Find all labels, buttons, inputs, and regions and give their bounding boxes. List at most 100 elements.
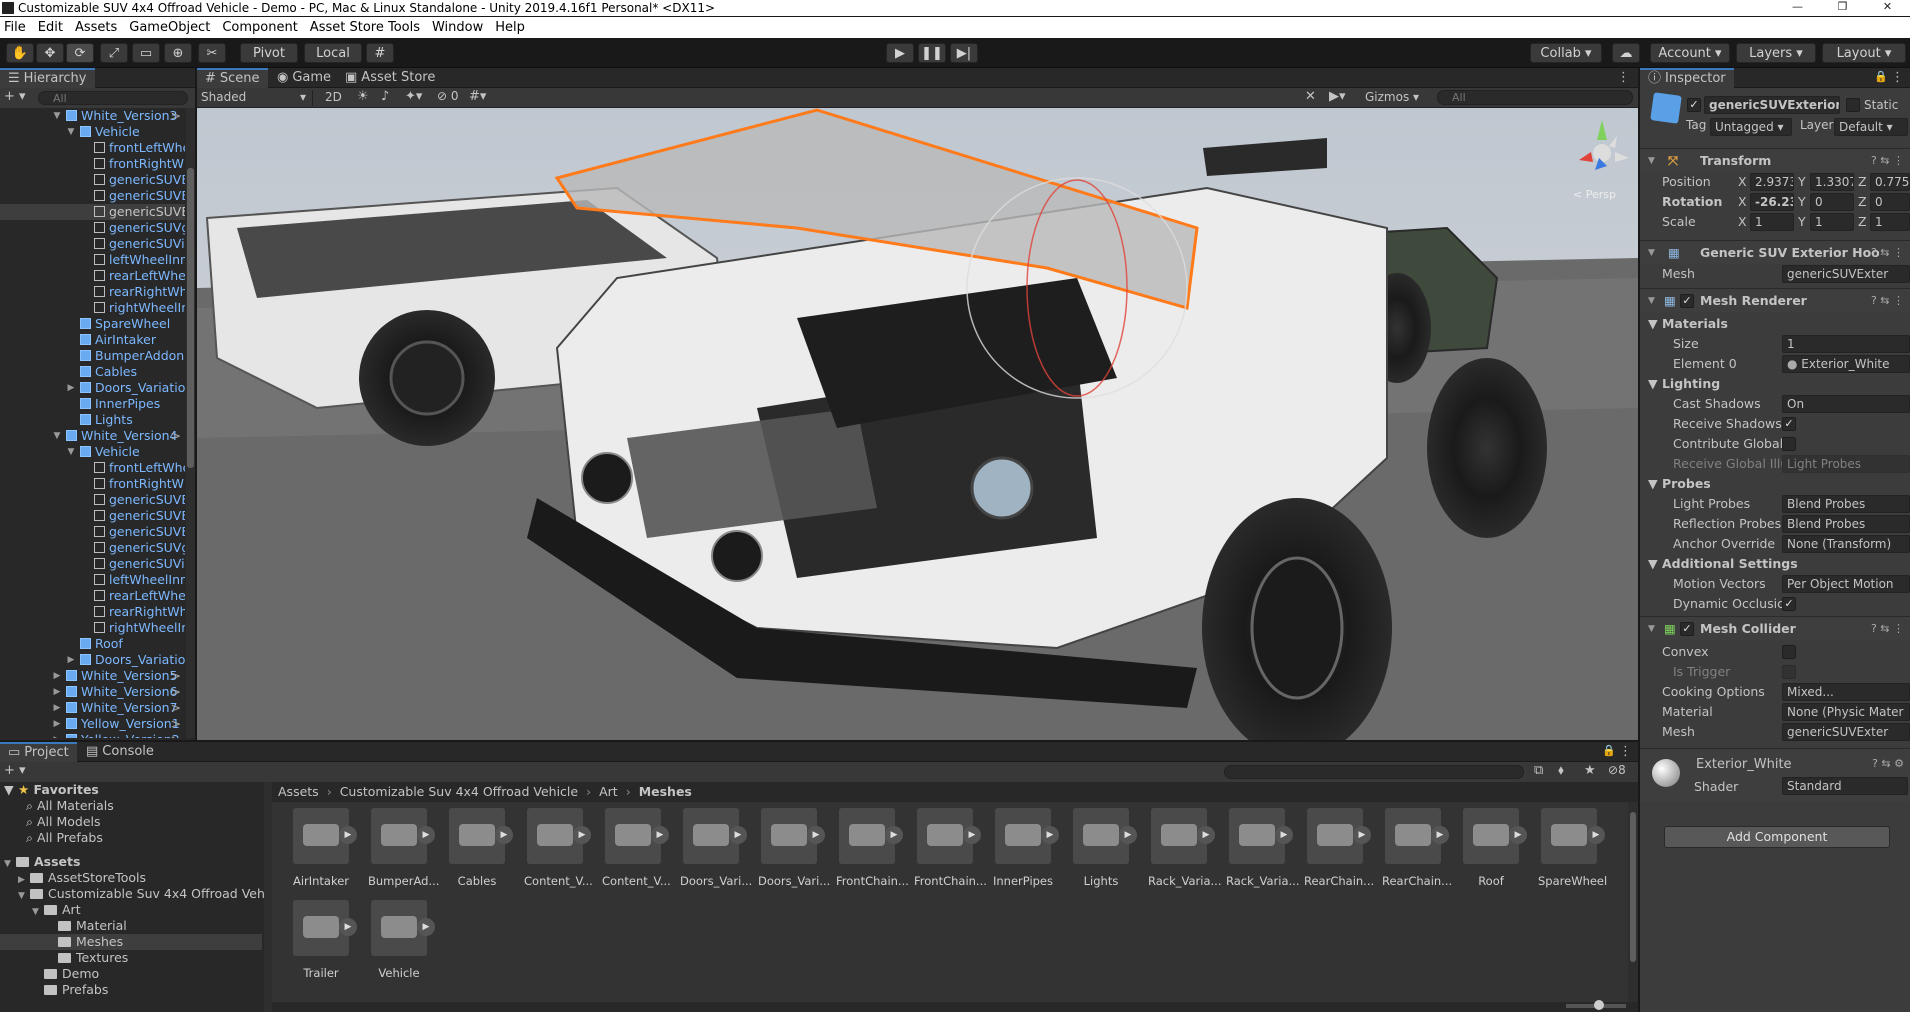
component-help-icons[interactable]: ? ⇆ ⋮: [1871, 149, 1904, 173]
hidden-objects-icon[interactable]: ⊘ 0: [437, 89, 459, 103]
expand-asset-icon[interactable]: ▶: [729, 826, 747, 844]
additional-settings-foldout[interactable]: ▼ Additional Settings: [1640, 554, 1910, 574]
local-toggle[interactable]: Local: [304, 43, 362, 63]
breadcrumb-item[interactable]: Art: [599, 784, 618, 802]
hierarchy-item[interactable]: genericSUVEx: [0, 524, 185, 540]
hierarchy-item[interactable]: ▶ White_Version6 >: [0, 684, 185, 700]
asset-item[interactable]: ▶ BumperAd...: [368, 808, 439, 896]
foldout-arrow-icon[interactable]: ▼: [52, 108, 62, 124]
expand-asset-icon[interactable]: ▶: [417, 918, 435, 936]
chevron-right-icon[interactable]: >: [171, 684, 181, 700]
cast-shadows-dropdown[interactable]: On: [1782, 395, 1910, 413]
hierarchy-item[interactable]: genericSUVgla: [0, 220, 185, 236]
add-component-button[interactable]: Add Component: [1664, 826, 1890, 848]
asset-item[interactable]: ▶ Vehicle: [368, 900, 435, 988]
hierarchy-item[interactable]: rightWheelInne: [0, 300, 185, 316]
menu-edit[interactable]: Edit: [38, 20, 63, 35]
scale-y-field[interactable]: 1: [1810, 213, 1854, 231]
asset-item[interactable]: ▶ FrontChain...: [914, 808, 987, 896]
chevron-right-icon[interactable]: >: [171, 668, 181, 684]
component-help-icons[interactable]: ? ⇆ ⋮: [1871, 289, 1904, 313]
hierarchy-item[interactable]: BumperAddon: [0, 348, 185, 364]
expand-asset-icon[interactable]: ▶: [807, 826, 825, 844]
menu-gameobject[interactable]: GameObject: [129, 20, 210, 35]
expand-asset-icon[interactable]: ▶: [1587, 826, 1605, 844]
static-checkbox[interactable]: [1846, 98, 1860, 112]
mesh-field[interactable]: genericSUVExter: [1782, 265, 1910, 283]
expand-asset-icon[interactable]: ▶: [339, 826, 357, 844]
position-y-field[interactable]: 1.3307: [1810, 173, 1854, 191]
tag-dropdown[interactable]: Untagged ▾: [1710, 118, 1792, 136]
asset-item[interactable]: ▶ Content_V...: [524, 808, 593, 896]
hierarchy-item[interactable]: rearRightWhee: [0, 284, 185, 300]
hierarchy-item[interactable]: ▶ White_Version7 >: [0, 700, 185, 716]
filter-by-label-icon[interactable]: ⬧: [1558, 763, 1564, 778]
step-button[interactable]: ▶|: [950, 43, 978, 63]
favorite-all-prefabs[interactable]: ⌕ All Prefabs: [26, 830, 103, 846]
collider-material-field[interactable]: None (Physic Mater: [1782, 703, 1910, 721]
account-dropdown[interactable]: Account ▾: [1650, 43, 1730, 63]
asset-item[interactable]: ▶ InnerPipes: [992, 808, 1059, 896]
foldout-arrow-icon[interactable]: ▶: [66, 652, 76, 668]
asset-item[interactable]: ▶ FrontChain...: [836, 808, 909, 896]
reflection-probes-dropdown[interactable]: Blend Probes: [1782, 515, 1910, 533]
tab-console[interactable]: ▤ Console: [78, 742, 162, 762]
hierarchy-item[interactable]: Roof: [0, 636, 185, 652]
project-create-icon[interactable]: + ▾: [4, 763, 26, 778]
rotation-x-field[interactable]: -26.23: [1750, 193, 1794, 211]
tab-asset-store[interactable]: ▣ Asset Store: [337, 68, 443, 88]
menu-component[interactable]: Component: [222, 20, 297, 35]
chevron-right-icon[interactable]: >: [171, 108, 181, 124]
project-search-input[interactable]: [1224, 765, 1524, 779]
foldout-arrow-icon[interactable]: ▼: [66, 124, 76, 140]
tab-hierarchy[interactable]: ☰ Hierarchy: [0, 68, 95, 88]
grid-dropdown-icon[interactable]: #▾: [469, 89, 486, 104]
chevron-right-icon[interactable]: >: [171, 732, 181, 738]
hierarchy-search-input[interactable]: [38, 91, 188, 105]
grid-scroll-thumb[interactable]: [1630, 812, 1636, 962]
hierarchy-item[interactable]: rearLeftWheel: [0, 588, 185, 604]
hidden-packages-icon[interactable]: ⊘8: [1608, 763, 1626, 777]
asset-item[interactable]: ▶ Doors_Vari...: [758, 808, 830, 896]
hierarchy-item[interactable]: ▶ Yellow_Version2>: [0, 732, 185, 738]
asset-item[interactable]: ▶ Lights: [1070, 808, 1137, 896]
receive-shadows-checkbox[interactable]: ✓: [1782, 417, 1796, 431]
hierarchy-item[interactable]: genericSUVEx: [0, 204, 185, 220]
hierarchy-item[interactable]: frontRightWhe: [0, 476, 185, 492]
asset-item[interactable]: ▶ Rack_Varia...: [1226, 808, 1299, 896]
mesh-collider-component-header[interactable]: ▼ ▦ ✓ Mesh Collider ? ⇆ ⋮: [1640, 616, 1910, 640]
expand-asset-icon[interactable]: ▶: [339, 918, 357, 936]
favorite-all-materials[interactable]: ⌕ All Materials: [26, 798, 114, 814]
project-folder-item[interactable]: ▼ Customizable Suv 4x4 Offroad Vehicle: [0, 886, 286, 902]
tab-game[interactable]: ◉ Game: [269, 68, 339, 88]
expand-asset-icon[interactable]: ▶: [963, 826, 981, 844]
hierarchy-scroll-thumb[interactable]: [187, 168, 194, 468]
lighting-toggle-icon[interactable]: ☀: [357, 89, 369, 104]
scale-tool-icon[interactable]: ⤢: [100, 43, 128, 63]
project-folder-item[interactable]: ▶ AssetStoreTools: [0, 870, 262, 886]
expand-asset-icon[interactable]: ▶: [495, 826, 513, 844]
hierarchy-item[interactable]: frontLeftWhee: [0, 460, 185, 476]
hierarchy-item[interactable]: InnerPipes: [0, 396, 185, 412]
position-z-field[interactable]: 0.7751: [1870, 173, 1910, 191]
favorite-all-models[interactable]: ⌕ All Models: [26, 814, 101, 830]
probes-foldout[interactable]: ▼ Probes: [1640, 474, 1910, 494]
dynamic-occlusion-checkbox[interactable]: ✓: [1782, 597, 1796, 611]
maximize-button[interactable]: ❐: [1820, 0, 1865, 14]
grid-scrollbar[interactable]: [1628, 802, 1638, 1002]
light-probes-dropdown[interactable]: Blend Probes: [1782, 495, 1910, 513]
hierarchy-item[interactable]: genericSUVEx: [0, 508, 185, 524]
play-button[interactable]: ▶: [886, 43, 914, 63]
hierarchy-item[interactable]: genericSUVint: [0, 556, 185, 572]
asset-item[interactable]: ▶ SpareWheel: [1538, 808, 1607, 896]
hierarchy-item[interactable]: ▼ Vehicle: [0, 124, 185, 140]
chevron-right-icon[interactable]: >: [171, 716, 181, 732]
hierarchy-item[interactable]: SpareWheel: [0, 316, 185, 332]
hierarchy-item[interactable]: Lights: [0, 412, 185, 428]
project-folder-item[interactable]: Textures: [0, 950, 262, 966]
hierarchy-item[interactable]: ▼ White_Version3 >: [0, 108, 185, 124]
foldout-arrow-icon[interactable]: ▶: [52, 716, 62, 732]
tab-inspector[interactable]: ⓘ Inspector: [1640, 68, 1734, 88]
hierarchy-item[interactable]: genericSUVEx: [0, 492, 185, 508]
asset-item[interactable]: ▶ Roof: [1460, 808, 1527, 896]
